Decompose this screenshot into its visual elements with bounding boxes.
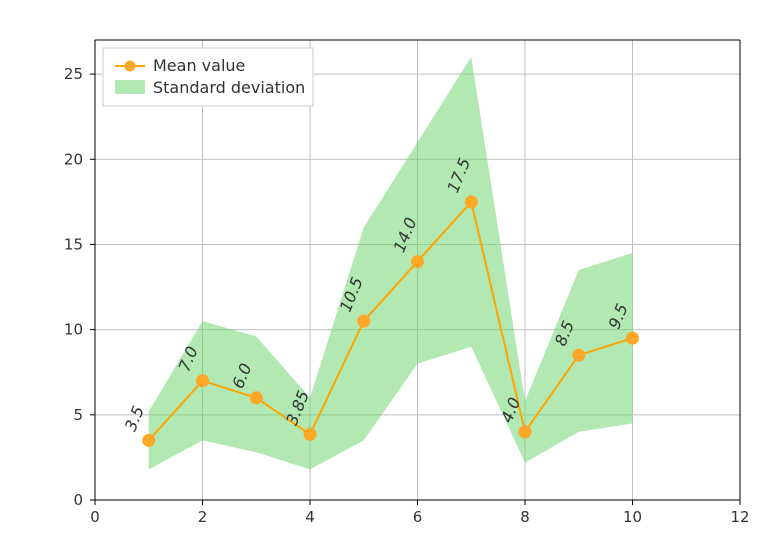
mean-marker [519, 426, 531, 438]
mean-marker [304, 428, 316, 440]
x-tick-label: 8 [520, 508, 530, 526]
mean-marker [412, 255, 424, 267]
chart-container: 3.57.06.03.8510.514.017.54.08.59.5024681… [0, 0, 759, 560]
legend-label-std: Standard deviation [153, 78, 305, 97]
legend-swatch-marker [125, 61, 135, 71]
y-tick-label: 20 [64, 150, 83, 168]
mean-marker [197, 375, 209, 387]
mean-marker [465, 196, 477, 208]
y-tick-label: 15 [64, 235, 83, 253]
x-tick-label: 10 [623, 508, 642, 526]
mean-marker [143, 434, 155, 446]
x-tick-label: 12 [730, 508, 749, 526]
std-deviation-band [149, 57, 633, 469]
y-tick-label: 5 [73, 406, 83, 424]
x-tick-label: 4 [305, 508, 315, 526]
x-tick-label: 6 [413, 508, 423, 526]
data-label: 3.5 [121, 403, 148, 434]
y-tick-label: 0 [73, 491, 83, 509]
x-tick-label: 0 [90, 508, 100, 526]
legend-label-mean: Mean value [153, 56, 245, 75]
line-chart: 3.57.06.03.8510.514.017.54.08.59.5024681… [0, 0, 759, 560]
legend-swatch-band [115, 80, 145, 94]
mean-marker [358, 315, 370, 327]
mean-marker [573, 349, 585, 361]
mean-marker [250, 392, 262, 404]
y-tick-label: 10 [64, 321, 83, 339]
x-tick-label: 2 [198, 508, 208, 526]
y-tick-label: 25 [64, 65, 83, 83]
mean-marker [627, 332, 639, 344]
